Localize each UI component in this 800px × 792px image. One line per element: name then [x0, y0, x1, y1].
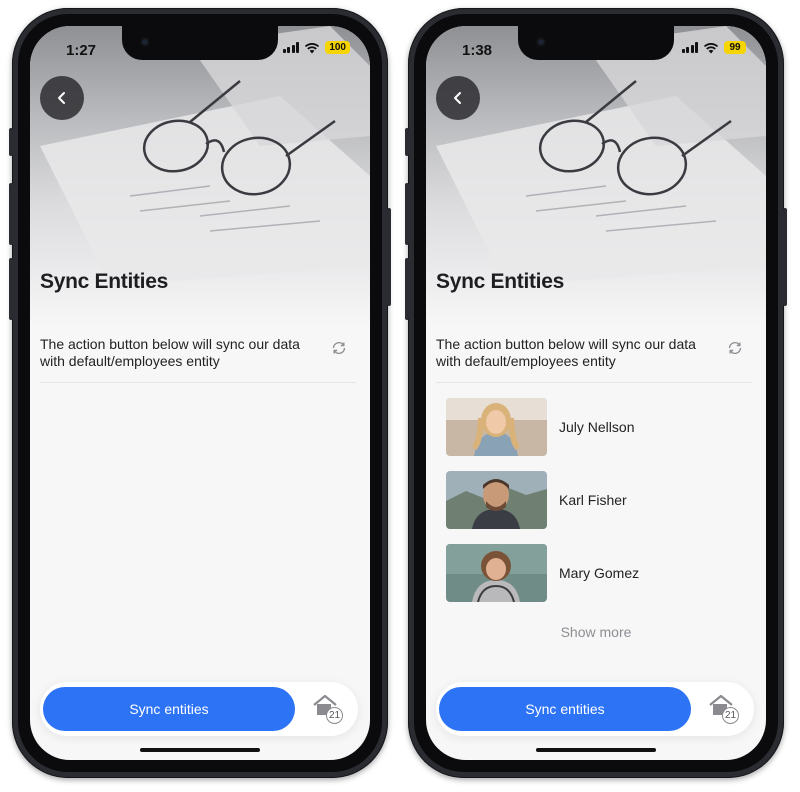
home-button[interactable]: 21 [708, 694, 740, 726]
phone-right: 1:38 99 Sync Entities The action button … [405, 8, 787, 778]
back-button[interactable] [40, 76, 84, 120]
chevron-left-icon [58, 92, 65, 104]
status-time: 1:27 [66, 42, 97, 59]
stage: 1:27 100 Sync Entities The action button… [0, 0, 800, 792]
front-camera [536, 37, 546, 47]
screen: 1:38 99 Sync Entities The action button … [426, 26, 766, 760]
power-button [783, 208, 787, 306]
bottom-action-bar: Sync entities 21 [40, 682, 358, 736]
screen: 1:27 100 Sync Entities The action button… [30, 26, 370, 760]
front-camera [140, 37, 150, 47]
notch [122, 26, 278, 60]
volume-up-button [405, 183, 409, 245]
avatar [446, 398, 547, 456]
entity-name: July Nellson [559, 419, 635, 435]
mute-switch [9, 128, 13, 156]
entity-name: Mary Gomez [559, 565, 640, 581]
entity-name: Karl Fisher [559, 492, 627, 508]
status-time: 1:38 [462, 42, 493, 59]
list-item[interactable]: Karl Fisher [446, 471, 746, 529]
cellular-signal-icon [681, 42, 698, 53]
volume-down-button [405, 258, 409, 320]
volume-down-button [9, 258, 13, 320]
description-row: The action button below will sync our da… [436, 336, 752, 383]
volume-up-button [9, 183, 13, 245]
page-title: Sync Entities [436, 270, 564, 293]
page-title: Sync Entities [40, 270, 168, 293]
sync-entities-button[interactable]: Sync entities [439, 687, 691, 731]
home-indicator [140, 748, 260, 752]
status-icons: 100 [282, 41, 350, 54]
back-button[interactable] [436, 76, 480, 120]
home-badge: 21 [722, 707, 739, 724]
description-text: The action button below will sync our da… [40, 336, 300, 369]
home-badge: 21 [326, 707, 343, 724]
status-icons: 99 [681, 41, 746, 54]
sync-icon[interactable] [726, 339, 744, 357]
chevron-left-icon [454, 92, 461, 104]
battery-indicator: 99 [724, 41, 746, 54]
sync-entities-button[interactable]: Sync entities [43, 687, 295, 731]
battery-indicator: 100 [325, 41, 350, 54]
description-row: The action button below will sync our da… [40, 336, 356, 383]
bottom-action-bar: Sync entities 21 [436, 682, 754, 736]
notch [518, 26, 674, 60]
cellular-signal-icon [282, 42, 300, 53]
power-button [387, 208, 391, 306]
list-item[interactable]: Mary Gomez [446, 544, 746, 602]
home-button[interactable]: 21 [312, 694, 344, 726]
mute-switch [405, 128, 409, 156]
entity-list: July Nellson Karl Fisher Mary Gomez [446, 398, 746, 617]
avatar [446, 544, 547, 602]
avatar [446, 471, 547, 529]
home-indicator [536, 748, 656, 752]
show-more-link[interactable]: Show more [426, 624, 766, 640]
description-text: The action button below will sync our da… [436, 336, 696, 369]
wifi-icon [703, 42, 719, 53]
sync-icon[interactable] [330, 339, 348, 357]
list-item[interactable]: July Nellson [446, 398, 746, 456]
phone-left: 1:27 100 Sync Entities The action button… [9, 8, 391, 778]
wifi-icon [305, 42, 320, 53]
